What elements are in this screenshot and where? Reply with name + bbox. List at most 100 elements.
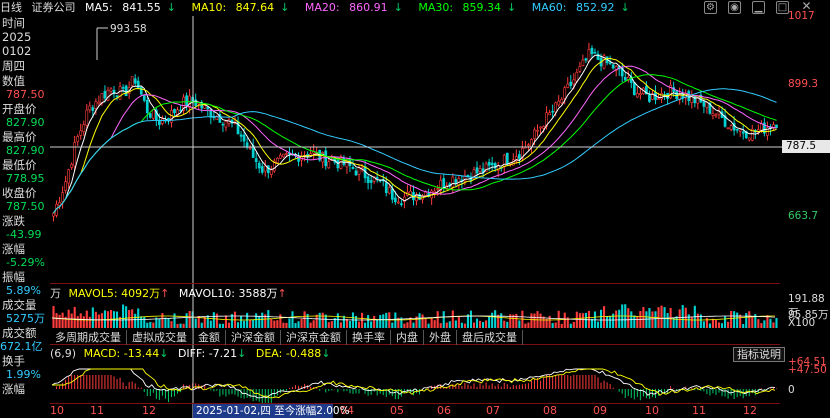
volume-bar bbox=[221, 323, 224, 328]
candle-body bbox=[209, 109, 213, 118]
candle-body bbox=[70, 164, 74, 168]
x-tick: 09 bbox=[593, 404, 607, 417]
tab-after-hours[interactable]: 盘后成交量 bbox=[457, 330, 523, 345]
candle-body bbox=[711, 113, 715, 116]
candle-body bbox=[67, 169, 70, 184]
volume-bar bbox=[421, 314, 424, 328]
candle-body bbox=[442, 178, 446, 188]
amt-label: 成交额 bbox=[2, 326, 37, 340]
candle-body bbox=[660, 93, 663, 100]
volume-bar bbox=[339, 322, 342, 328]
volume-indicator-header: 万 MAVOL5: 4092万↑ MAVOL10: 3588万↑ bbox=[50, 287, 780, 301]
volume-bar bbox=[757, 319, 760, 328]
tab-inner[interactable]: 内盘 bbox=[391, 330, 424, 345]
volume-bar bbox=[675, 316, 678, 328]
volume-bar bbox=[373, 315, 376, 328]
volume-axis-tick: X100 bbox=[788, 317, 816, 329]
candle-body bbox=[554, 102, 558, 113]
volume-bar bbox=[478, 320, 482, 328]
candle-body bbox=[124, 85, 128, 97]
ma5-line bbox=[53, 54, 777, 214]
macd-params: (6,9) bbox=[50, 347, 77, 360]
volume-bar bbox=[454, 320, 457, 328]
volume-bar bbox=[303, 311, 306, 328]
candle-body bbox=[136, 80, 140, 89]
volume-bar bbox=[596, 321, 600, 328]
volume-bar bbox=[134, 313, 137, 328]
candle-body bbox=[130, 76, 134, 86]
candle-body bbox=[342, 157, 346, 165]
volume-bar bbox=[194, 318, 197, 328]
candle-body bbox=[542, 126, 545, 129]
volume-bar bbox=[430, 317, 433, 328]
tab-hsj-amount[interactable]: 沪深京金额 bbox=[281, 330, 347, 345]
volume-bar bbox=[224, 315, 227, 328]
volume-bar bbox=[131, 309, 134, 328]
volume-bar bbox=[143, 317, 146, 328]
volume-bar bbox=[424, 318, 427, 328]
x-tick: 12 bbox=[142, 404, 156, 417]
volume-bar bbox=[636, 316, 639, 328]
macd-readout: MACD: -13.44↓ bbox=[83, 347, 169, 360]
macd-histogram bbox=[51, 368, 777, 403]
tab-turnover[interactable]: 换手率 bbox=[347, 330, 391, 345]
candle-body bbox=[623, 77, 627, 81]
volume-bar bbox=[527, 322, 530, 328]
candle-body bbox=[593, 51, 597, 54]
candle-body bbox=[254, 158, 258, 163]
close-label: 收盘价 bbox=[2, 186, 37, 200]
volume-bar bbox=[518, 320, 521, 328]
tab-multi-period-volume[interactable]: 多周期成交量 bbox=[50, 330, 127, 345]
volume-bar bbox=[451, 310, 454, 328]
candle-body bbox=[121, 87, 125, 89]
volume-bar bbox=[252, 319, 255, 328]
close-value: 787.50 bbox=[6, 200, 45, 213]
candle-body bbox=[387, 187, 391, 194]
tab-virtual-volume[interactable]: 虚拟成交量 bbox=[127, 330, 193, 345]
volume-bar bbox=[748, 311, 751, 328]
volume-bar bbox=[714, 319, 718, 328]
volume-bar bbox=[751, 317, 754, 328]
candle-body bbox=[735, 128, 739, 131]
volume-bar bbox=[294, 323, 297, 328]
volume-bar bbox=[727, 321, 730, 328]
volume-bar bbox=[472, 322, 476, 328]
volume-bar bbox=[285, 322, 288, 328]
volume-bar bbox=[627, 308, 630, 328]
volume-bar bbox=[572, 321, 575, 328]
volume-bar bbox=[539, 313, 542, 328]
indicator-help-button[interactable]: 指标说明 bbox=[733, 347, 785, 362]
candle-body bbox=[263, 165, 267, 172]
tab-amount[interactable]: 金额 bbox=[193, 330, 226, 345]
tab-outer[interactable]: 外盘 bbox=[424, 330, 457, 345]
candle-body bbox=[76, 136, 80, 142]
vol-value: 5275万 bbox=[6, 312, 45, 325]
tab-hs-amount[interactable]: 沪深金额 bbox=[226, 330, 281, 345]
candle-body bbox=[560, 99, 564, 104]
volume-bar bbox=[215, 313, 218, 328]
volume-bar bbox=[603, 306, 606, 328]
candle-body bbox=[584, 58, 588, 61]
volume-bar bbox=[645, 311, 648, 328]
volume-bar bbox=[58, 314, 61, 328]
volume-bar bbox=[427, 323, 430, 328]
candle-body bbox=[221, 123, 225, 126]
time-axis: 10 11 12 04 05 06 07 08 09 10 11 12 bbox=[50, 404, 780, 418]
volume-bar bbox=[309, 322, 312, 328]
candle-body bbox=[94, 101, 98, 109]
volume-bar bbox=[491, 312, 494, 328]
volume-bar bbox=[236, 322, 240, 328]
candle-body bbox=[64, 181, 67, 191]
candle-body bbox=[239, 134, 243, 137]
volume-bar bbox=[642, 306, 645, 328]
volume-bar bbox=[578, 313, 581, 328]
candle-body bbox=[400, 203, 403, 205]
candle-body bbox=[533, 129, 536, 139]
volume-bar bbox=[200, 322, 203, 328]
candle-body bbox=[279, 154, 282, 159]
candle-body bbox=[738, 129, 742, 132]
volume-bar bbox=[61, 312, 64, 328]
volume-bar bbox=[73, 306, 76, 328]
volume-bar bbox=[52, 306, 55, 328]
time-label: 时间 bbox=[2, 16, 25, 30]
